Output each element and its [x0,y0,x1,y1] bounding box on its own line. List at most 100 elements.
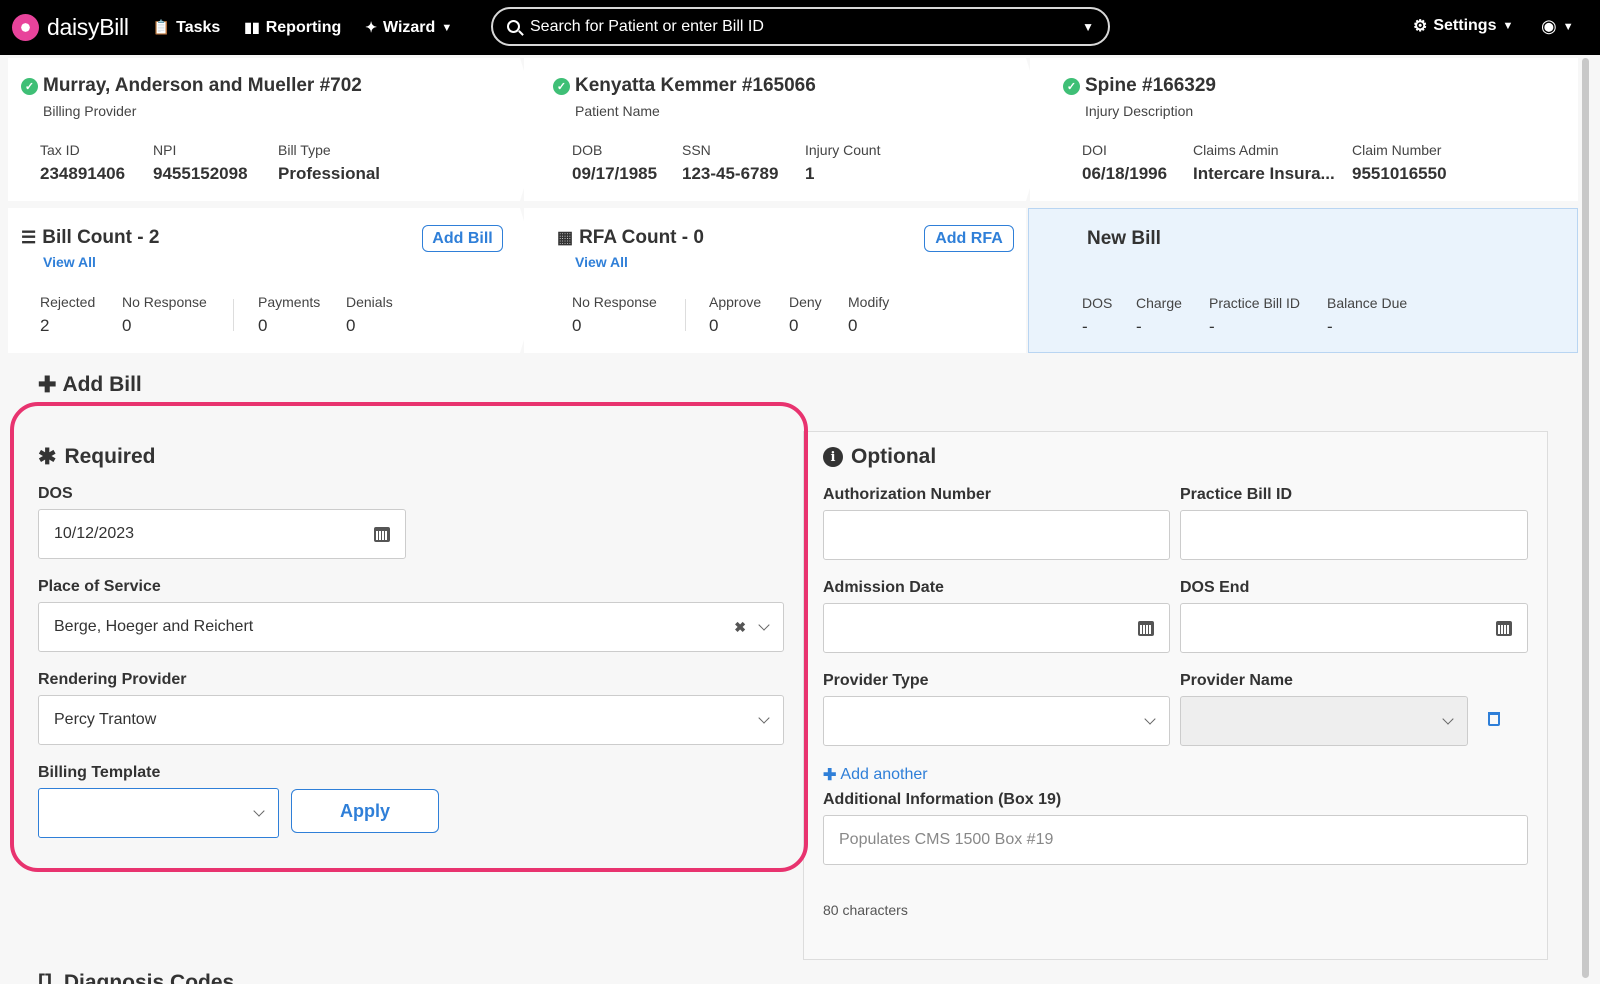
add-rfa-button[interactable]: Add RFA [924,225,1014,252]
check-circle-icon: ✓ [553,77,570,95]
claims-admin-label: Claims Admin [1193,142,1279,158]
check-circle-icon: ✓ [1063,77,1080,95]
rejected-value[interactable]: 2 [40,316,49,336]
logo-text: daisyBill [47,14,129,40]
apply-template-button[interactable]: Apply [291,789,439,833]
rfa-count-title: ▦ RFA Count - 0 [557,227,704,249]
rfa-no-response-value[interactable]: 0 [572,316,581,336]
new-bill-charge-value: - [1136,317,1142,336]
injury-count-label: Injury Count [805,142,881,158]
calendar-icon[interactable] [1496,620,1512,636]
no-response-value[interactable]: 0 [122,316,131,336]
injury-name: Spine #166329 [1085,75,1216,96]
modify-label: Modify [848,294,890,310]
claim-number-value: 9551016550 [1352,164,1447,183]
new-bill-balance-label: Balance Due [1327,295,1408,311]
page-scrollbar[interactable] [1582,58,1590,984]
claims-admin-value: Intercare Insura... [1193,164,1335,183]
additional-information-input[interactable]: Populates CMS 1500 Box #19 [823,815,1528,865]
patient-name: Kenyatta Kemmer #165066 [575,75,816,96]
dob-value: 09/17/1985 [572,164,658,183]
rendering-provider-label: Rendering Provider [38,671,187,688]
gear-icon: ⚙ [1413,18,1428,35]
calendar-icon[interactable] [1138,620,1154,636]
new-bill-practice-id-label: Practice Bill ID [1209,295,1301,311]
clipboard-icon: 📋 [152,19,171,35]
add-bill-heading-text: Add Bill [62,373,142,396]
settings-menu[interactable]: ⚙ Settings ▼ [1413,16,1513,36]
dos-date-input[interactable]: 10/12/2023 [38,509,406,559]
rfa-count-card: ▦ RFA Count - 0 View All Add RFA No Resp… [524,208,1026,353]
search-input[interactable]: Search for Patient or enter Bill ID ▼ [491,7,1110,46]
scrollbar-thumb[interactable] [1582,58,1589,978]
optional-title: i Optional [823,445,936,469]
chevron-down-icon [758,712,770,724]
admission-date-input[interactable] [823,603,1170,653]
ssn-label: SSN [682,142,711,158]
authorization-number-input[interactable] [823,510,1170,560]
nav-reporting[interactable]: ▮▮ Reporting [244,19,341,37]
injury-subtitle: Injury Description [1085,103,1194,119]
add-another-label: Add another [840,766,928,783]
npi-label: NPI [153,142,177,158]
check-circle-icon: ✓ [21,77,38,95]
search-icon [507,20,520,33]
chevron-down-icon: ▼ [1562,20,1574,33]
billing-provider-card[interactable]: ✓ Murray, Anderson and Mueller #702 Bill… [8,58,520,201]
provider-name-select [1180,696,1468,746]
add-bill-button[interactable]: Add Bill [422,225,503,252]
rfa-view-all-link[interactable]: View All [575,254,628,270]
nav-wizard[interactable]: ✦ Wizard ▼ [365,19,452,37]
bill-count-label: Bill Count - 2 [42,227,160,248]
practice-bill-id-input[interactable] [1180,510,1528,560]
required-title-text: Required [64,445,156,468]
billing-template-select[interactable] [38,788,279,838]
rendering-provider-select[interactable]: Percy Trantow [38,695,784,745]
chevron-down-icon: ▼ [1502,20,1514,32]
place-of-service-select[interactable]: Berge, Hoeger and Reichert ✖ [38,602,784,652]
new-bill-balance-value: - [1327,317,1333,336]
new-bill-practice-id-value: - [1209,317,1215,336]
bill-view-all-link[interactable]: View All [43,254,96,270]
optional-title-text: Optional [851,445,937,468]
logo[interactable]: daisyBill [12,14,129,41]
ssn-value: 123-45-6789 [682,164,779,183]
nav-tasks[interactable]: 📋 Tasks [153,19,221,37]
clear-icon[interactable]: ✖ [734,619,746,636]
bill-type-label: Bill Type [278,142,331,158]
tax-id-value: 234891406 [40,164,126,183]
calendar-icon[interactable] [374,526,390,542]
additional-information-placeholder: Populates CMS 1500 Box #19 [839,831,1054,848]
approve-value[interactable]: 0 [709,316,718,336]
user-menu[interactable]: ◉ ▼ [1541,16,1574,37]
bracket-icon: [] [38,971,52,984]
place-of-service-label: Place of Service [38,578,161,595]
plus-icon: ✚ [823,767,837,784]
new-bill-dos-value: - [1082,317,1088,336]
practice-bill-id-label: Practice Bill ID [1180,486,1293,503]
additional-information-label: Additional Information (Box 19) [823,791,1062,808]
provider-type-label: Provider Type [823,672,929,689]
trash-icon[interactable] [1488,712,1500,726]
magic-wand-icon: ✦ [365,19,377,35]
modify-value[interactable]: 0 [848,316,857,336]
payments-label: Payments [258,294,321,310]
npi-value: 9455152098 [153,164,248,183]
payments-value[interactable]: 0 [258,316,267,336]
rejected-label: Rejected [40,294,96,310]
denials-value[interactable]: 0 [346,316,355,336]
deny-value[interactable]: 0 [789,316,798,336]
doi-value: 06/18/1996 [1082,164,1168,183]
denials-label: Denials [346,294,393,310]
bill-type-value: Professional [278,164,381,183]
dos-end-input[interactable] [1180,603,1528,653]
authorization-number-label: Authorization Number [823,486,991,503]
patient-card[interactable]: ✓ Kenyatta Kemmer #165066 Patient Name D… [524,58,1026,201]
patient-title: ✓ Kenyatta Kemmer #165066 [553,75,816,97]
asterisk-icon: ✱ [38,444,57,469]
provider-type-select[interactable] [823,696,1170,746]
billing-template-label: Billing Template [38,764,161,781]
add-another-link[interactable]: ✚ Add another [823,765,928,785]
provider-name-label: Provider Name [1180,672,1293,689]
injury-card[interactable]: ✓ Spine #166329 Injury Description DOI 0… [1030,58,1578,201]
